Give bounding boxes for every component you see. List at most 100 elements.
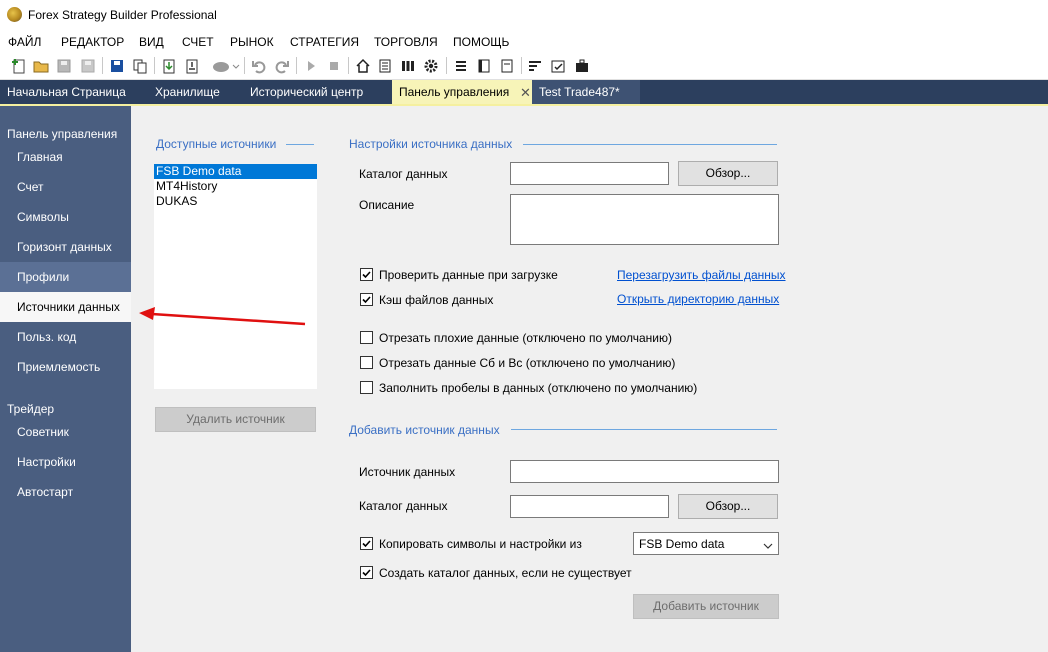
menu-trading[interactable]: ТОРГОВЛЯ: [374, 35, 438, 49]
add-browse-button[interactable]: Обзор...: [678, 494, 778, 519]
tab-history-center[interactable]: Исторический центр: [243, 80, 388, 104]
cache-files-label: Кэш файлов данных: [379, 293, 494, 307]
reload-data-files-link[interactable]: Перезагрузить файлы данных: [617, 268, 786, 282]
toolbar-separator: [521, 57, 522, 74]
sidebar-item-main[interactable]: Главная: [0, 142, 131, 172]
sidebar-item-profiles[interactable]: Профили: [0, 262, 131, 292]
check-on-load-checkbox[interactable]: [360, 268, 373, 281]
add-source-button[interactable]: Добавить источник: [633, 594, 779, 619]
chevron-down-icon: [763, 539, 773, 553]
sidebar-item-symbols[interactable]: Символы: [0, 202, 131, 232]
list-item[interactable]: FSB Demo data: [154, 164, 317, 179]
cloud-dropdown-icon[interactable]: [212, 58, 240, 74]
create-dir-label: Создать каталог данных, если не существу…: [379, 566, 632, 580]
tab-control-panel-label: Панель управления: [399, 85, 510, 99]
undo-icon[interactable]: [251, 58, 267, 74]
cut-bad-data-label: Отрезать плохие данные (отключено по умо…: [379, 331, 672, 345]
play-icon[interactable]: [303, 58, 319, 74]
section-divider: [523, 144, 777, 145]
sidebar-item-data-sources[interactable]: Источники данных: [0, 292, 131, 322]
history-center-icon[interactable]: [400, 58, 416, 74]
menu-help[interactable]: ПОМОЩЬ: [453, 35, 509, 49]
description-label: Описание: [359, 198, 415, 212]
toolbar-separator: [296, 57, 297, 74]
sidebar: Панель управления Главная Счет Символы Г…: [0, 106, 131, 652]
cut-weekend-label: Отрезать данные Сб и Вс (отключено по ум…: [379, 356, 676, 370]
list-icon[interactable]: [453, 58, 469, 74]
menu-account[interactable]: СЧЕТ: [182, 35, 214, 49]
create-dir-checkbox[interactable]: [360, 566, 373, 579]
title-bar: Forex Strategy Builder Professional: [0, 0, 1048, 30]
fill-gaps-label: Заполнить пробелы в данных (отключено по…: [379, 381, 698, 395]
open-data-directory-link[interactable]: Открыть директорию данных: [617, 292, 779, 306]
menu-file[interactable]: ФАЙЛ: [8, 35, 41, 49]
sidebar-item-data-horizon[interactable]: Горизонт данных: [0, 232, 131, 262]
tab-control-panel[interactable]: Панель управления: [392, 80, 534, 104]
save-as-icon[interactable]: [80, 58, 96, 74]
check-list-icon[interactable]: [550, 58, 566, 74]
menu-edit[interactable]: РЕДАКТОР: [61, 35, 124, 49]
catalog-input[interactable]: [510, 162, 669, 185]
document-tab-bar: Начальная Страница Хранилище Исторически…: [0, 80, 1048, 106]
home-icon[interactable]: [355, 58, 371, 74]
copy-symbols-label: Копировать символы и настройки из: [379, 537, 582, 551]
menu-view[interactable]: ВИД: [139, 35, 164, 49]
cut-weekend-checkbox[interactable]: [360, 356, 373, 369]
fill-gaps-checkbox[interactable]: [360, 381, 373, 394]
sidebar-item-settings[interactable]: Настройки: [0, 447, 131, 477]
save-icon[interactable]: [56, 58, 72, 74]
section-divider: [511, 429, 777, 430]
toolbar: [0, 52, 1048, 80]
storage-icon[interactable]: [377, 58, 393, 74]
toolbar-separator: [102, 57, 103, 74]
sidebar-group-control-panel: Панель управления: [7, 127, 118, 141]
copy-from-select[interactable]: FSB Demo data: [633, 532, 779, 555]
tab-close-icon[interactable]: ✕: [520, 85, 531, 101]
document-icon[interactable]: [499, 58, 515, 74]
sidebar-group-trader: Трейдер: [7, 402, 55, 416]
new-file-icon[interactable]: [11, 58, 27, 74]
add-source-title: Добавить источник данных: [349, 423, 500, 437]
source-settings-title: Настройки источника данных: [349, 137, 513, 151]
cut-bad-data-checkbox[interactable]: [360, 331, 373, 344]
menu-strategy[interactable]: СТРАТЕГИЯ: [290, 35, 359, 49]
copy-from-value: FSB Demo data: [639, 537, 725, 551]
sidebar-item-advisor[interactable]: Советник: [0, 417, 131, 447]
source-name-input[interactable]: [510, 460, 779, 483]
toolbar-separator: [154, 57, 155, 74]
tab-storage[interactable]: Хранилище: [148, 80, 238, 104]
cache-files-checkbox[interactable]: [360, 293, 373, 306]
toolbar-separator: [244, 57, 245, 74]
tab-test-trade[interactable]: Test Trade487*: [532, 80, 640, 104]
sidebar-item-account[interactable]: Счет: [0, 172, 131, 202]
sidebar-item-acceptance[interactable]: Приемлемость: [0, 352, 131, 382]
book-icon[interactable]: [476, 58, 492, 74]
export-icon[interactable]: [184, 58, 200, 74]
copy-symbols-checkbox[interactable]: [360, 537, 373, 550]
stop-icon[interactable]: [326, 58, 342, 74]
toolbar-separator: [348, 57, 349, 74]
list-item[interactable]: DUKAS: [154, 194, 317, 209]
sources-listbox[interactable]: FSB Demo data MT4History DUKAS: [154, 164, 317, 389]
copy-icon[interactable]: [132, 58, 148, 74]
delete-source-button[interactable]: Удалить источник: [155, 407, 316, 432]
browse-button[interactable]: Обзор...: [678, 161, 778, 186]
section-divider: [286, 144, 314, 145]
open-folder-icon[interactable]: [33, 58, 49, 74]
tab-start-page[interactable]: Начальная Страница: [0, 80, 140, 104]
add-catalog-input[interactable]: [510, 495, 669, 518]
available-sources-title: Доступные источники: [156, 137, 277, 151]
catalog-label: Каталог данных: [359, 167, 448, 181]
sidebar-item-user-code[interactable]: Польз. код: [0, 322, 131, 352]
gear-icon[interactable]: [423, 58, 439, 74]
briefcase-icon[interactable]: [574, 58, 590, 74]
save-blue-icon[interactable]: [109, 58, 125, 74]
menu-market[interactable]: РЫНОК: [230, 35, 274, 49]
toolbar-separator: [446, 57, 447, 74]
indicators-icon[interactable]: [527, 58, 543, 74]
sidebar-item-autostart[interactable]: Автостарт: [0, 477, 131, 507]
import-icon[interactable]: [161, 58, 177, 74]
redo-icon[interactable]: [274, 58, 290, 74]
description-textarea[interactable]: [510, 194, 779, 245]
list-item[interactable]: MT4History: [154, 179, 317, 194]
